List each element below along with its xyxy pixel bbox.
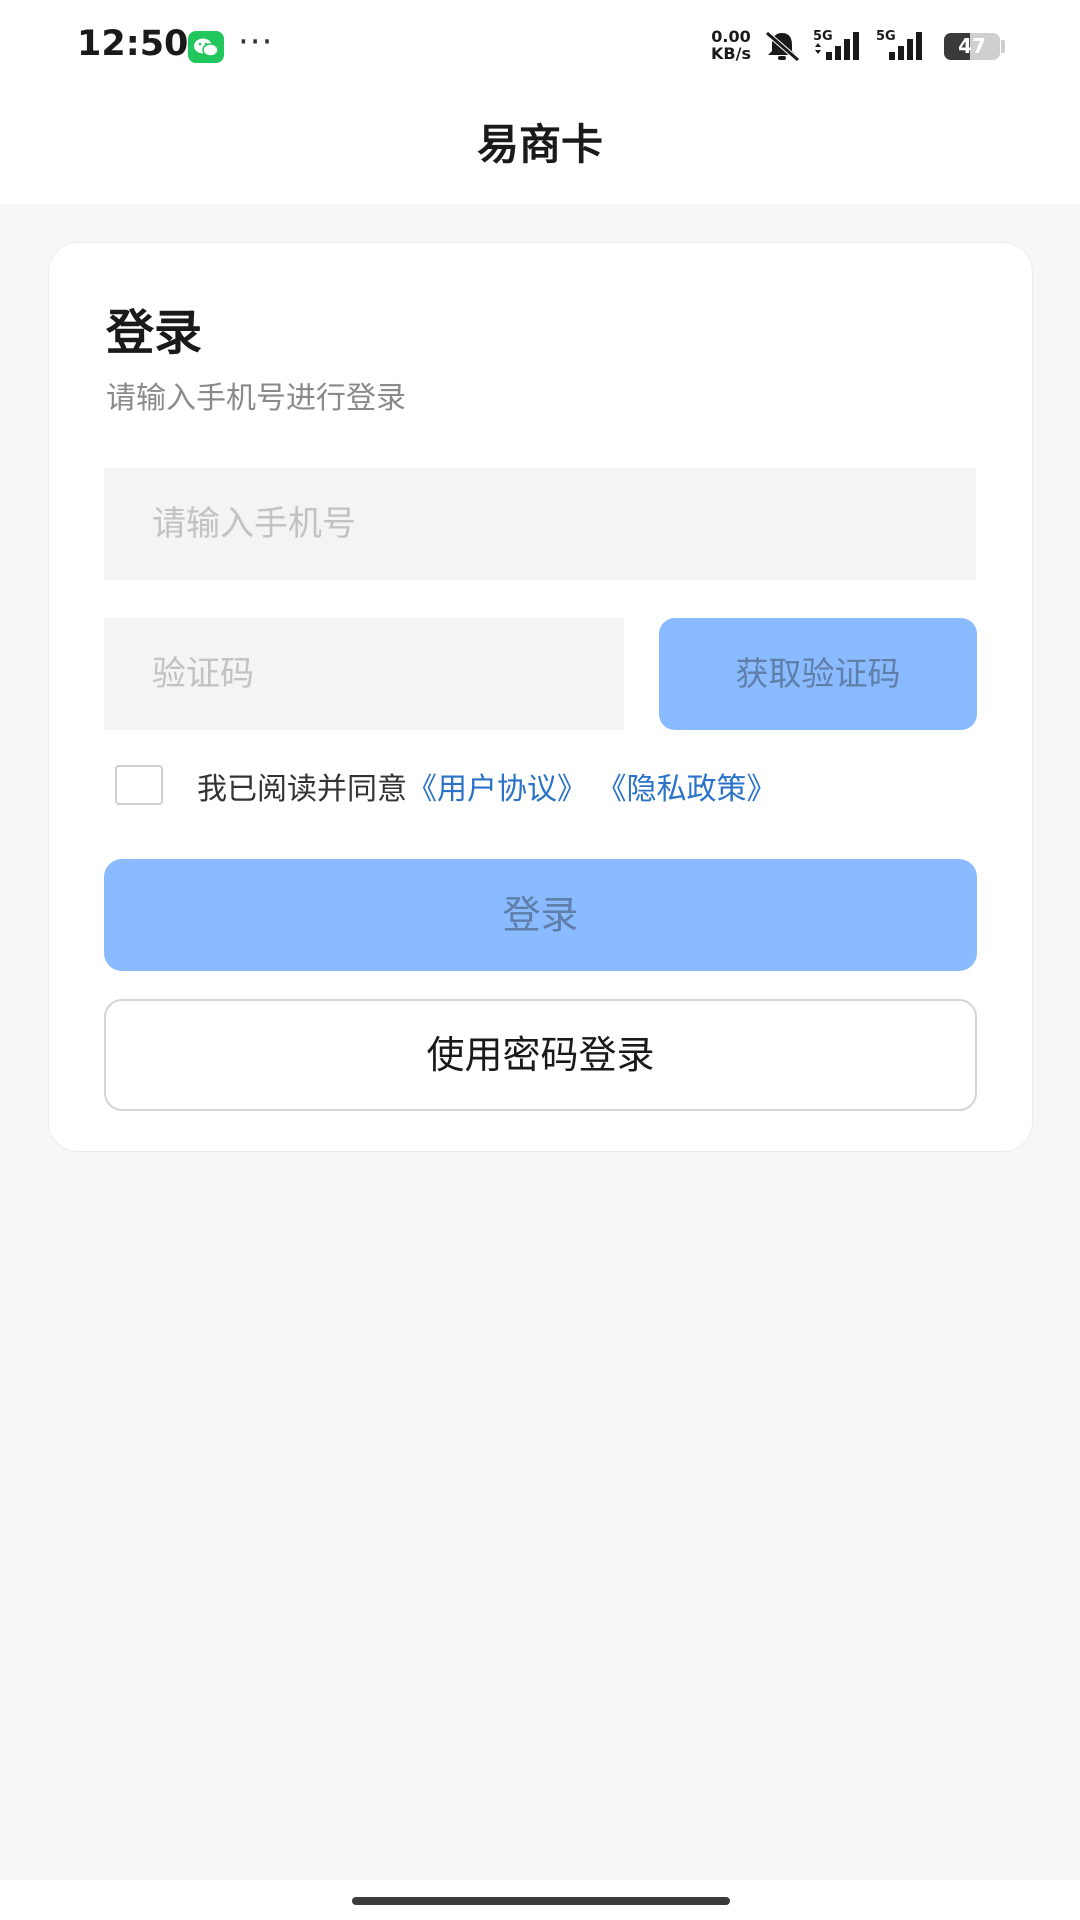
phone-input[interactable]: [104, 468, 976, 580]
page-title: 易商卡: [476, 120, 603, 169]
battery-icon: 47: [944, 33, 1000, 60]
signal-5g-icon: 5G: [875, 28, 935, 66]
verification-code-input[interactable]: [104, 618, 624, 730]
get-code-button[interactable]: 获取验证码: [659, 618, 977, 730]
battery-level: 47: [958, 34, 986, 58]
status-time: 12:50: [77, 24, 189, 64]
net-speed-value: 0.00: [711, 27, 751, 46]
wechat-icon: [188, 31, 224, 63]
sim2-label: 5G: [876, 29, 896, 44]
agreement-prefix: 我已阅读并同意: [197, 772, 407, 807]
home-indicator[interactable]: [352, 1897, 730, 1905]
user-agreement-link[interactable]: 《用户协议》: [407, 772, 587, 807]
nav-bar: 易商卡: [0, 92, 1080, 204]
more-icon: ···: [238, 22, 274, 62]
net-speed: 0.00 KB/s: [707, 28, 755, 62]
status-bar: 12:50 ··· 0.00 KB/s 5G 5G 47: [0, 0, 1080, 92]
login-title: 登录: [106, 305, 203, 361]
net-speed-unit: KB/s: [711, 44, 751, 63]
login-card: 登录 请输入手机号进行登录 获取验证码 我已阅读并同意《用户协议》 《隐私政策》…: [48, 242, 1033, 1152]
battery-tip: [1001, 40, 1005, 53]
login-subtitle: 请输入手机号进行登录: [106, 381, 406, 416]
agree-checkbox[interactable]: [115, 765, 163, 805]
signal-5g-icon: 5G: [812, 28, 872, 66]
agreement-text: 我已阅读并同意《用户协议》 《隐私政策》: [197, 764, 777, 808]
sim1-label: 5G: [813, 29, 833, 44]
login-button[interactable]: 登录: [104, 859, 977, 971]
privacy-policy-link[interactable]: 《隐私政策》: [597, 772, 777, 807]
password-login-button[interactable]: 使用密码登录: [104, 999, 977, 1111]
mute-icon: [760, 29, 804, 67]
